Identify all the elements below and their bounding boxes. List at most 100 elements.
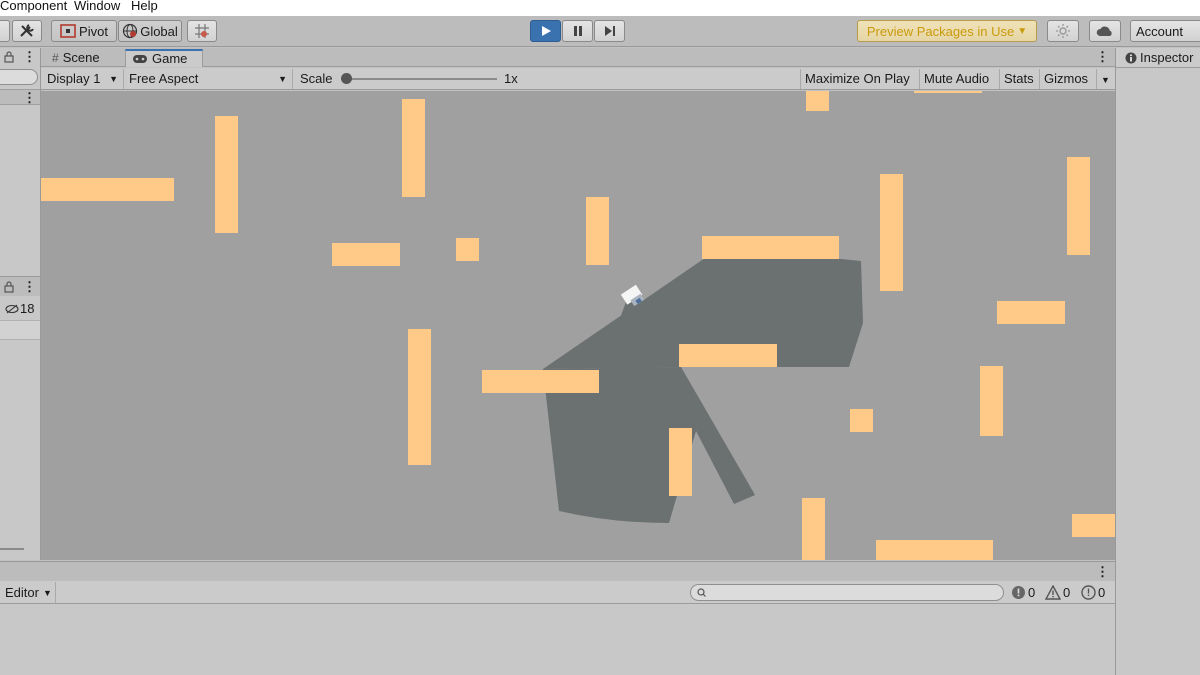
scale-slider-track[interactable] — [345, 78, 497, 80]
wall-block — [802, 498, 825, 560]
display-dropdown[interactable]: Display 1 ▼ — [43, 69, 124, 89]
grid-icon: # — [52, 51, 59, 65]
console-log-area[interactable] — [0, 604, 1115, 675]
global-button[interactable]: Global — [118, 20, 182, 42]
maximize-on-play-toggle[interactable]: Maximize On Play — [800, 69, 914, 89]
console-header: ⋮ — [0, 561, 1115, 581]
scale-value: 1x — [504, 71, 518, 86]
wall-block — [669, 428, 692, 496]
pivot-button[interactable]: Pivot — [51, 20, 117, 42]
tab-scene[interactable]: # Scene — [46, 49, 106, 67]
globe-icon — [123, 23, 138, 39]
tab-game-label: Game — [152, 51, 188, 66]
size-slider[interactable] — [0, 548, 24, 550]
warning-count: 0 — [1063, 585, 1071, 600]
menu-bar: Component Window Help — [0, 0, 1200, 16]
project-menu-icon[interactable]: ⋮ — [23, 280, 36, 293]
search-icon — [697, 588, 706, 597]
hidden-objects-toggle[interactable]: 18 — [0, 298, 40, 319]
step-button[interactable] — [594, 20, 625, 42]
pivot-label: Pivot — [79, 23, 108, 39]
pivot-icon — [60, 24, 76, 38]
cloud-button[interactable] — [1089, 20, 1121, 42]
menu-help[interactable]: Help — [131, 0, 158, 14]
wall-block — [332, 243, 400, 266]
wall-block — [876, 540, 993, 560]
lock-icon[interactable] — [3, 51, 15, 63]
mute-audio-toggle[interactable]: Mute Audio — [919, 69, 993, 89]
chevron-down-icon: ▼ — [1017, 25, 1028, 37]
hidden-eye-icon — [5, 304, 19, 313]
wrench-icon — [20, 24, 34, 37]
wall-block — [1072, 514, 1115, 537]
inspector-title: Inspector — [1140, 50, 1194, 65]
grid-snap-button[interactable] — [187, 20, 217, 42]
wall-block — [997, 301, 1065, 324]
play-button[interactable] — [530, 20, 561, 42]
tab-game[interactable]: Game — [125, 49, 203, 67]
wall-block — [850, 409, 873, 432]
hierarchy-header: ⋮ — [0, 89, 40, 105]
wall-block — [456, 238, 479, 261]
hierarchy-menu-icon[interactable]: ⋮ — [23, 91, 36, 104]
project-header: ⋮ — [0, 276, 40, 296]
play-icon — [541, 26, 551, 36]
gizmos-dropdown[interactable]: ▼ — [1096, 69, 1114, 89]
wall-block — [586, 197, 609, 265]
toolbar: Pivot Global Preview Packages in Use ▼ A… — [0, 16, 1200, 47]
chevron-down-icon: ▼ — [1101, 75, 1110, 85]
stats-toggle[interactable]: Stats — [999, 69, 1038, 89]
wall-block — [215, 116, 238, 233]
wall-block — [980, 366, 1003, 436]
console-toolbar: Editor ▼ 0 0 0 — [0, 581, 1115, 604]
gizmos-label: Gizmos — [1044, 71, 1089, 86]
account-button[interactable]: Account — [1130, 20, 1200, 42]
error-icon — [1012, 586, 1025, 599]
player-character — [620, 284, 645, 307]
aspect-dropdown[interactable]: Free Aspect ▼ — [125, 69, 293, 89]
wall-block — [482, 370, 599, 393]
wall-block — [402, 99, 425, 197]
console-search-input[interactable] — [690, 584, 1004, 601]
tab-inspector[interactable]: Inspector — [1116, 48, 1200, 68]
wall-block — [1067, 157, 1090, 255]
wall-block — [41, 178, 174, 201]
wall-block — [679, 344, 777, 367]
settings-button[interactable] — [1047, 20, 1079, 42]
maximize-label: Maximize On Play — [805, 71, 910, 86]
preview-packages-label: Preview Packages in Use — [866, 23, 1015, 39]
hierarchy-search-input[interactable] — [0, 69, 38, 85]
wall-block — [408, 329, 431, 465]
message-count-toggle[interactable]: 0 — [1081, 583, 1105, 602]
chevron-down-icon: ▼ — [109, 74, 118, 84]
menu-component[interactable]: Component — [0, 0, 67, 14]
game-view-toolbar: Display 1 ▼ Free Aspect ▼ Scale 1x Maxim… — [41, 68, 1115, 90]
custom-tools-button[interactable] — [12, 20, 42, 42]
warning-count-toggle[interactable]: 0 — [1045, 583, 1070, 602]
panel-menu-icon[interactable]: ⋮ — [23, 50, 36, 63]
gamepad-icon — [133, 55, 147, 63]
mute-label: Mute Audio — [924, 71, 990, 86]
preview-packages-button[interactable]: Preview Packages in Use ▼ — [857, 20, 1037, 42]
lock-icon[interactable] — [3, 281, 15, 293]
list-item[interactable] — [0, 320, 40, 340]
warning-icon — [1045, 585, 1061, 600]
aspect-value: Free Aspect — [129, 71, 199, 86]
console-menu-icon[interactable]: ⋮ — [1096, 565, 1109, 578]
gizmos-toggle[interactable]: Gizmos — [1039, 69, 1092, 89]
inspector-panel: Inspector — [1115, 48, 1200, 675]
hierarchy-panel: ⋮ ⋮ ⋮ 18 — [0, 48, 41, 560]
pause-button[interactable] — [562, 20, 593, 42]
wall-block — [914, 91, 982, 93]
error-count-toggle[interactable]: 0 — [1011, 583, 1035, 602]
editor-label: Editor — [5, 585, 39, 600]
menu-window[interactable]: Window — [74, 0, 120, 14]
scale-slider-thumb[interactable] — [341, 73, 352, 84]
cloud-icon — [1096, 26, 1112, 36]
hidden-count: 18 — [20, 301, 35, 316]
game-view-menu-icon[interactable]: ⋮ — [1096, 50, 1109, 63]
wall-block — [806, 91, 829, 111]
game-viewport[interactable] — [41, 91, 1115, 560]
editor-dropdown[interactable]: Editor ▼ — [0, 582, 56, 603]
tool-button[interactable] — [0, 20, 10, 42]
